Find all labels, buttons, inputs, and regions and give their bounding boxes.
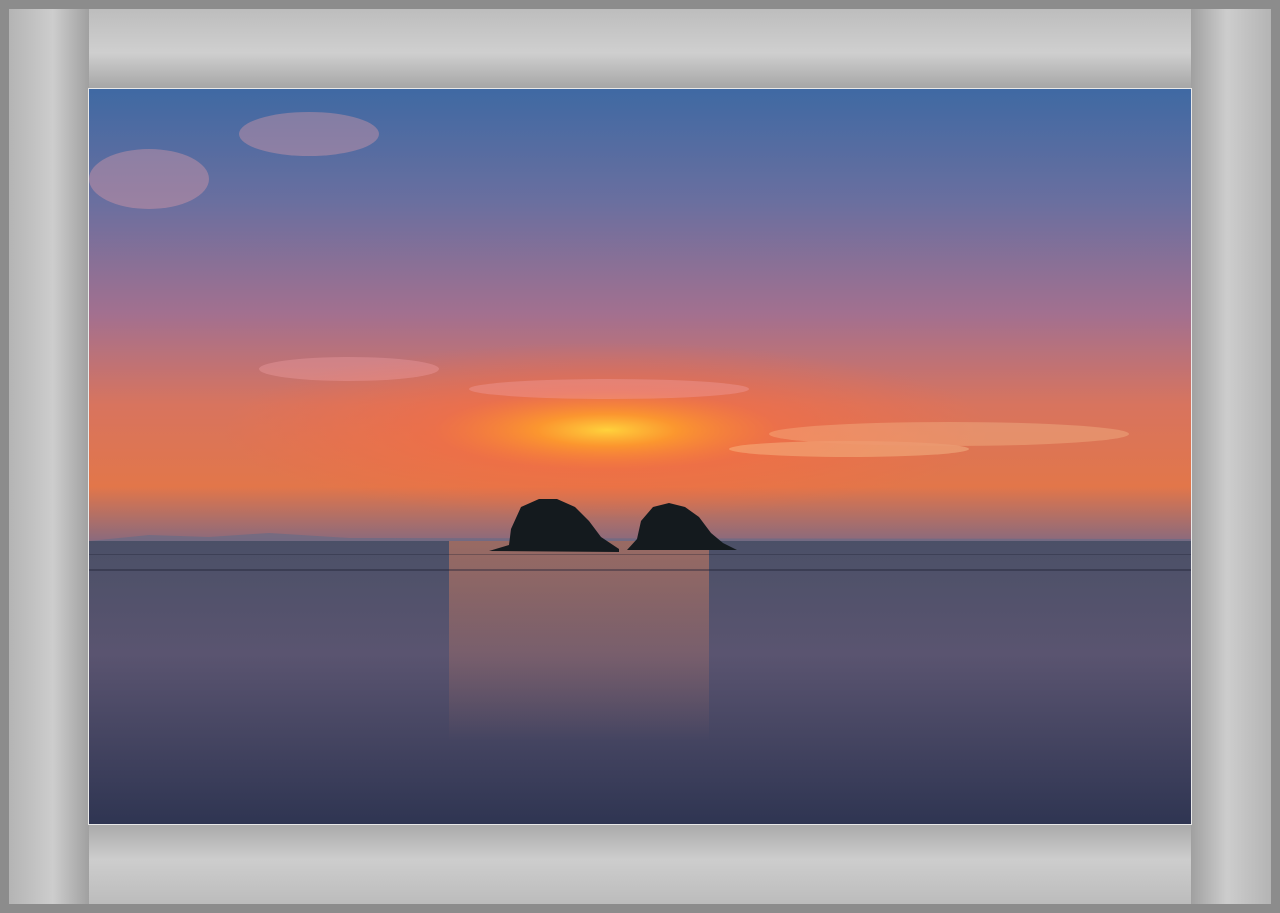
sunset-scene bbox=[89, 89, 1191, 824]
mat-top-bevel bbox=[9, 9, 1271, 89]
mat-bottom-bevel bbox=[9, 824, 1271, 904]
mat-right-bevel bbox=[1191, 9, 1271, 904]
sun-glow bbox=[89, 289, 1191, 541]
sunset-photo bbox=[88, 88, 1192, 825]
mat-left-bevel bbox=[9, 9, 89, 904]
